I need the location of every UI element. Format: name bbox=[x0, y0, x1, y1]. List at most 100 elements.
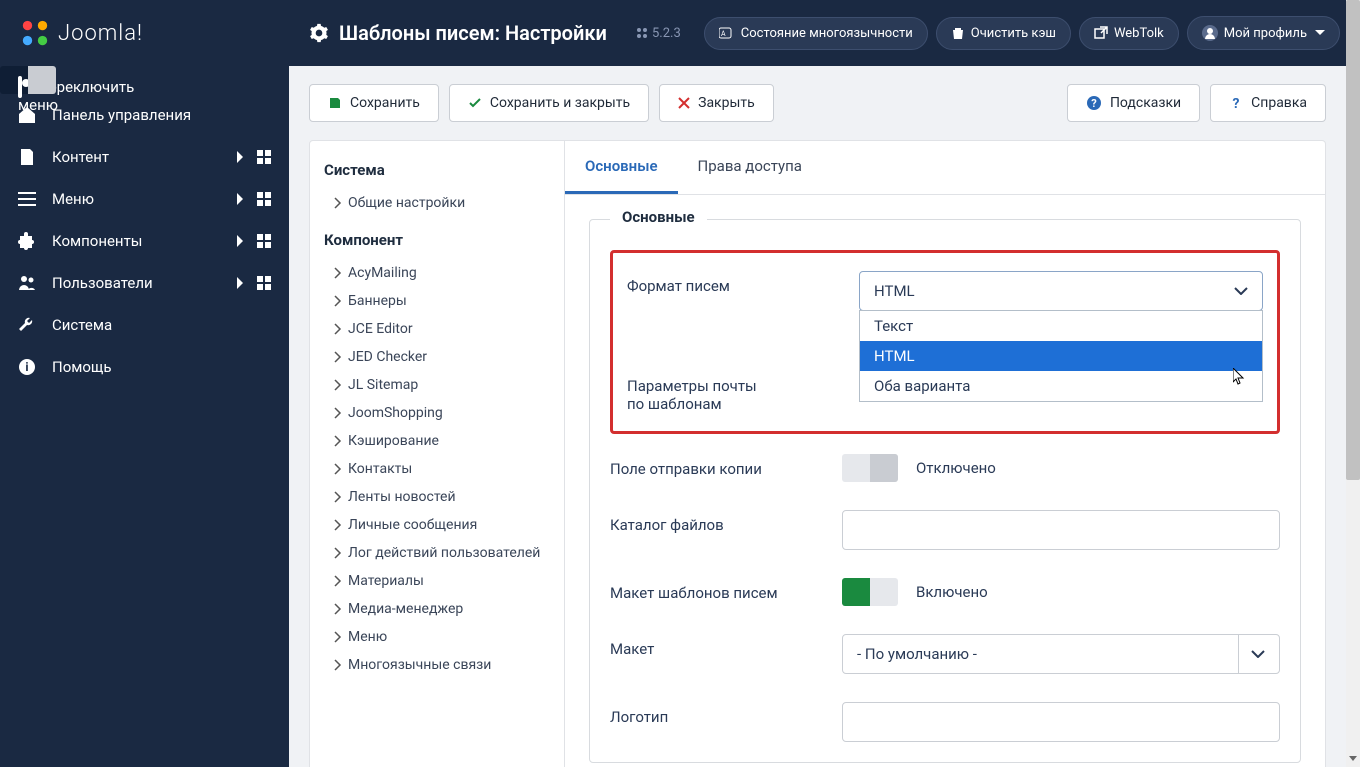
scrollbar[interactable] bbox=[1346, 0, 1360, 767]
external-icon bbox=[1094, 26, 1108, 40]
sidebar-item-system[interactable]: Система bbox=[0, 304, 289, 346]
sidebar-item-components[interactable]: Компоненты bbox=[0, 220, 289, 262]
mail-params-label: Параметры почты по шаблонам bbox=[627, 371, 859, 413]
chevron-right-icon bbox=[334, 463, 342, 475]
tabs: Основные Права доступа bbox=[565, 141, 1325, 195]
chevron-right-icon bbox=[237, 193, 245, 205]
file-dir-input[interactable] bbox=[842, 510, 1280, 550]
chevron-right-icon bbox=[334, 435, 342, 447]
tree-item[interactable]: Меню bbox=[324, 623, 550, 651]
logo-input[interactable] bbox=[842, 702, 1280, 742]
tree-item[interactable]: Медиа-менеджер bbox=[324, 595, 550, 623]
template-layout-label: Макет шаблонов писем bbox=[610, 578, 842, 602]
layout-select[interactable]: - По умолчанию - bbox=[842, 634, 1280, 674]
chevron-right-icon bbox=[334, 547, 342, 559]
sidebar-item-help[interactable]: i Помощь bbox=[0, 346, 289, 388]
tree-item[interactable]: Материалы bbox=[324, 567, 550, 595]
sidebar-item-menu[interactable]: Меню bbox=[0, 178, 289, 220]
sidebar-item-users[interactable]: Пользователи bbox=[0, 262, 289, 304]
tree-item[interactable]: JL Sitemap bbox=[324, 371, 550, 399]
clear-cache-button[interactable]: Очистить кэш bbox=[936, 17, 1071, 50]
mail-format-dropdown: Текст HTML Оба варианта bbox=[859, 310, 1263, 402]
dropdown-option[interactable]: Текст bbox=[860, 311, 1262, 341]
dropdown-option[interactable]: HTML bbox=[860, 341, 1262, 371]
tab-main[interactable]: Основные bbox=[565, 141, 678, 194]
user-icon bbox=[1202, 25, 1218, 41]
toolbar: Сохранить Сохранить и закрыть Закрыть ? … bbox=[289, 66, 1346, 140]
tree-item[interactable]: JoomShopping bbox=[324, 399, 550, 427]
file-dir-label: Каталог файлов bbox=[610, 510, 842, 534]
trash-icon bbox=[951, 26, 965, 40]
sidebar-item-content[interactable]: Контент bbox=[0, 136, 289, 178]
joomla-icon bbox=[20, 18, 50, 48]
tree-item[interactable]: Многоязычные связи bbox=[324, 651, 550, 679]
help-button[interactable]: ? Справка bbox=[1210, 84, 1326, 122]
grid-icon[interactable] bbox=[257, 234, 271, 248]
version-badge: 5.2.3 bbox=[636, 26, 681, 41]
sidebar-item-dashboard[interactable]: Панель управления bbox=[0, 94, 289, 136]
puzzle-icon bbox=[18, 232, 36, 250]
scrollbar-down[interactable] bbox=[1346, 751, 1360, 767]
fieldset-legend: Основные bbox=[610, 208, 707, 226]
grid-icon[interactable] bbox=[257, 192, 271, 206]
chevron-right-icon bbox=[237, 235, 245, 247]
content-wrapper: Система Общие настройки Компонент AcyMai… bbox=[289, 140, 1346, 767]
chevron-down-icon bbox=[1234, 287, 1248, 295]
tab-access[interactable]: Права доступа bbox=[678, 141, 822, 194]
tree-item[interactable]: Баннеры bbox=[324, 287, 550, 315]
tree-item[interactable]: JCE Editor bbox=[324, 315, 550, 343]
copy-field-status: Отключено bbox=[916, 459, 996, 477]
copy-field-toggle[interactable] bbox=[842, 454, 898, 482]
chevron-down-icon bbox=[1251, 650, 1265, 658]
svg-text:?: ? bbox=[1233, 96, 1240, 110]
copy-field-label: Поле отправки копии bbox=[610, 454, 842, 478]
chevron-right-icon bbox=[334, 379, 342, 391]
save-icon bbox=[328, 96, 342, 110]
header-content: Шаблоны писем: Настройки 5.2.3 A Состоян… bbox=[289, 0, 1360, 66]
svg-text:i: i bbox=[25, 360, 28, 374]
chevron-right-icon bbox=[334, 519, 342, 531]
wrench-icon bbox=[18, 316, 36, 334]
tree-item[interactable]: Лог действий пользователей bbox=[324, 539, 550, 567]
users-icon bbox=[18, 274, 36, 292]
tree-item[interactable]: JED Checker bbox=[324, 343, 550, 371]
chevron-right-icon bbox=[334, 323, 342, 335]
tree-item[interactable]: Кэширование bbox=[324, 427, 550, 455]
tree-heading-component: Компонент bbox=[324, 231, 550, 249]
template-layout-status: Включено bbox=[916, 583, 988, 601]
chevron-right-icon bbox=[334, 603, 342, 615]
sidebar-toggle[interactable]: Переключить меню bbox=[0, 66, 56, 94]
profile-button[interactable]: Мой профиль bbox=[1187, 16, 1340, 50]
cursor bbox=[1233, 368, 1247, 386]
chevron-right-icon bbox=[237, 277, 245, 289]
dropdown-option[interactable]: Оба варианта bbox=[860, 371, 1262, 401]
tree-heading-system: Система bbox=[324, 161, 550, 179]
grid-icon[interactable] bbox=[257, 276, 271, 290]
multilang-button[interactable]: A Состояние многоязычности bbox=[704, 17, 928, 50]
grid-icon[interactable] bbox=[257, 150, 271, 164]
close-button[interactable]: Закрыть bbox=[659, 84, 774, 122]
chevron-right-icon bbox=[334, 575, 342, 587]
help-icon: ? bbox=[1229, 96, 1243, 110]
webtolk-button[interactable]: WebTolk bbox=[1079, 17, 1179, 50]
fieldset-main: Основные Формат писем HTML Текст HTML bbox=[589, 219, 1301, 763]
scrollbar-thumb[interactable] bbox=[1346, 0, 1360, 480]
brand-logo[interactable]: Joomla! bbox=[0, 0, 289, 66]
mail-format-select[interactable]: HTML bbox=[859, 271, 1263, 311]
save-close-button[interactable]: Сохранить и закрыть bbox=[449, 84, 649, 122]
template-layout-toggle[interactable] bbox=[842, 578, 898, 606]
chevron-right-icon bbox=[334, 197, 342, 209]
tree-item[interactable]: Личные сообщения bbox=[324, 511, 550, 539]
chevron-right-icon bbox=[334, 407, 342, 419]
hints-button[interactable]: ? Подсказки bbox=[1067, 84, 1200, 122]
question-icon: ? bbox=[1086, 95, 1102, 111]
close-icon bbox=[678, 97, 690, 109]
sidebar: Переключить меню Панель управления Конте… bbox=[0, 66, 289, 767]
gear-icon bbox=[309, 23, 329, 43]
tree-item[interactable]: Общие настройки bbox=[324, 189, 550, 217]
save-button[interactable]: Сохранить bbox=[309, 84, 439, 122]
tree-item[interactable]: Контакты bbox=[324, 455, 550, 483]
tree-item[interactable]: Ленты новостей bbox=[324, 483, 550, 511]
main-content: Сохранить Сохранить и закрыть Закрыть ? … bbox=[289, 66, 1346, 767]
tree-item[interactable]: AcyMailing bbox=[324, 259, 550, 287]
